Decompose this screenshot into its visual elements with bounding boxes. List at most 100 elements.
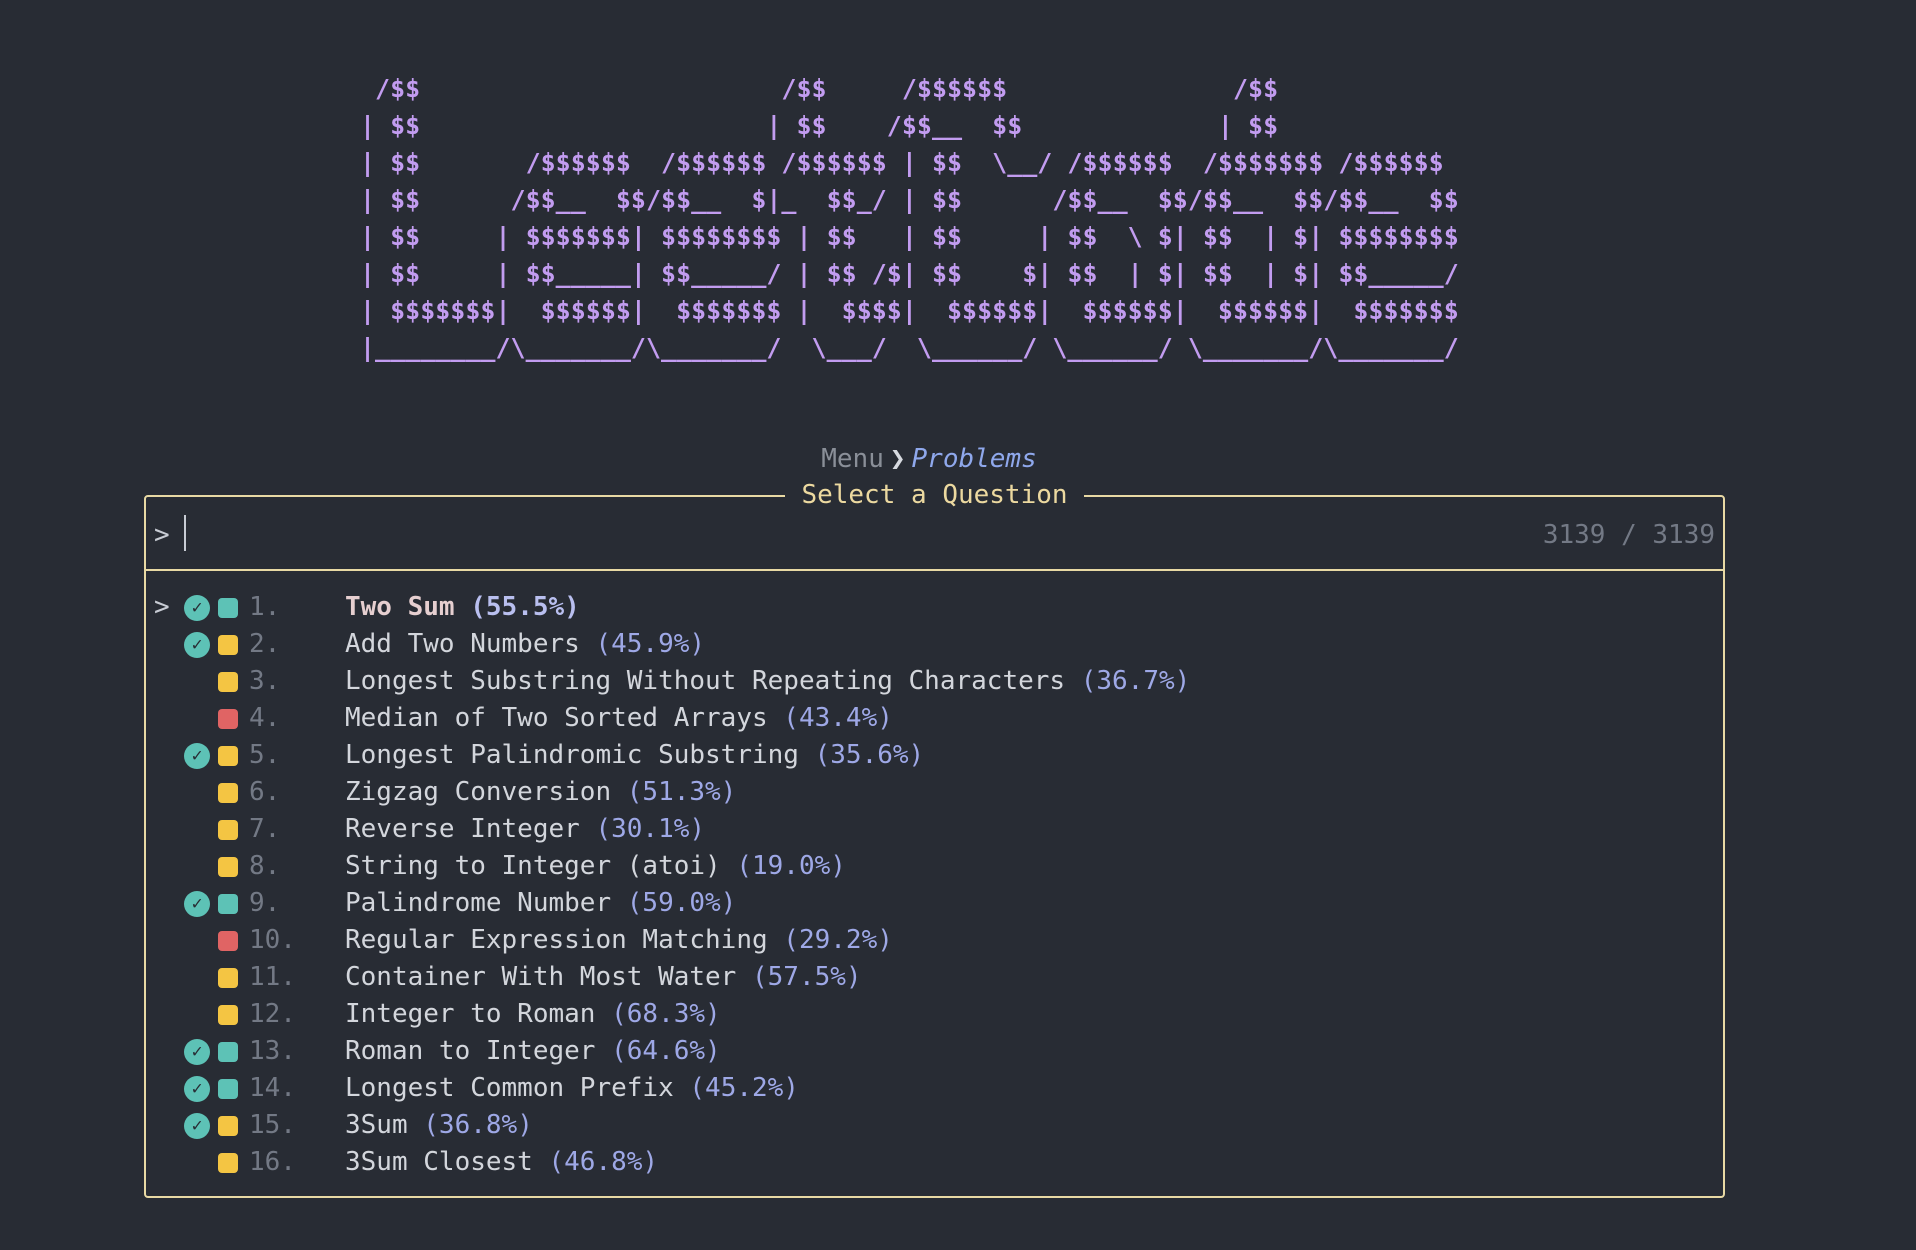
breadcrumb-menu[interactable]: Menu: [821, 444, 884, 474]
difficulty-easy-icon: [218, 1079, 238, 1099]
acceptance-rate: (45.2%): [689, 1073, 799, 1103]
problem-number: 6.: [249, 777, 281, 807]
problem-title-text: String to Integer (atoi): [345, 851, 721, 881]
problem-number: 7.: [249, 814, 281, 844]
difficulty-hard-icon: [218, 931, 238, 951]
problem-title-text: Zigzag Conversion: [345, 777, 612, 807]
problem-list: > ✓ 1. Two Sum (55.5%) ✓ 2. Add Two Numbers (4…: [146, 589, 1723, 1181]
list-item[interactable]: 4. Median of Two Sorted Arrays (43.4%): [146, 700, 1723, 737]
problem-number: 11.: [249, 962, 296, 992]
problem-title-text: Integer to Roman: [345, 999, 596, 1029]
difficulty-medium-icon: [218, 968, 238, 988]
problem-title-text: Palindrome Number: [345, 888, 612, 918]
list-item[interactable]: 8. String to Integer (atoi) (19.0%): [146, 848, 1723, 885]
problem-title: Two Sum (55.5%): [345, 589, 580, 626]
problem-number: 13.: [249, 1036, 296, 1066]
problem-title-text: Longest Substring Without Repeating Char…: [345, 666, 1066, 696]
problem-number: 10.: [249, 925, 296, 955]
acceptance-rate: (51.3%): [626, 777, 737, 807]
acceptance-rate: (19.0%): [736, 851, 846, 881]
problem-number: 4.: [249, 703, 281, 733]
problem-title: Regular Expression Matching (29.2%): [345, 922, 893, 959]
question-picker: Select a Question > 3139 / 3139 > ✓ 1. Two …: [144, 480, 1725, 1198]
problem-title-text: Two Sum: [345, 592, 455, 622]
solved-check-icon: ✓: [184, 1039, 210, 1065]
acceptance-rate: (30.1%): [595, 814, 706, 844]
selection-cursor-icon: >: [154, 592, 170, 622]
problem-title: Add Two Numbers (45.9%): [345, 626, 705, 663]
problem-title: Container With Most Water (57.5%): [345, 959, 862, 996]
problem-number: 9.: [249, 888, 281, 918]
problem-title: Roman to Integer (64.6%): [345, 1033, 721, 1070]
problem-number: 14.: [249, 1073, 296, 1103]
problem-title-text: Add Two Numbers: [345, 629, 580, 659]
difficulty-easy-icon: [218, 598, 238, 618]
difficulty-hard-icon: [218, 709, 238, 729]
search-input[interactable]: [184, 515, 1492, 551]
difficulty-medium-icon: [218, 635, 238, 655]
solved-check-icon: ✓: [184, 1113, 210, 1139]
difficulty-easy-icon: [218, 894, 238, 914]
difficulty-medium-icon: [218, 1116, 238, 1136]
problem-number: 3.: [249, 666, 281, 696]
acceptance-rate: (59.0%): [626, 888, 737, 918]
problem-title: Longest Substring Without Repeating Char…: [345, 663, 1190, 700]
list-item[interactable]: ✓ 5. Longest Palindromic Substring (35.6%): [146, 737, 1723, 774]
list-item[interactable]: ✓ 15. 3Sum (36.8%): [146, 1107, 1723, 1144]
list-item[interactable]: > ✓ 1. Two Sum (55.5%): [146, 589, 1723, 626]
difficulty-medium-icon: [218, 746, 238, 766]
acceptance-rate: (64.6%): [611, 1036, 721, 1066]
difficulty-medium-icon: [218, 672, 238, 692]
list-item[interactable]: 7. Reverse Integer (30.1%): [146, 811, 1723, 848]
picker-title: Select a Question: [146, 477, 1723, 513]
list-item[interactable]: 10. Regular Expression Matching (29.2%): [146, 922, 1723, 959]
acceptance-rate: (55.5%): [470, 592, 580, 622]
problem-number: 1.: [249, 592, 281, 622]
solved-check-icon: ✓: [184, 1076, 210, 1102]
problem-title: String to Integer (atoi) (19.0%): [345, 848, 846, 885]
list-item[interactable]: 3. Longest Substring Without Repeating Ch…: [146, 663, 1723, 700]
problem-title: Median of Two Sorted Arrays (43.4%): [345, 700, 893, 737]
solved-check-icon: ✓: [184, 743, 210, 769]
problem-title-text: Longest Palindromic Substring: [345, 740, 799, 770]
list-item[interactable]: 12. Integer to Roman (68.3%): [146, 996, 1723, 1033]
list-item[interactable]: 16. 3Sum Closest (46.8%): [146, 1144, 1723, 1181]
breadcrumb: Menu ❯ Problems: [0, 441, 1858, 477]
search-row: > 3139 / 3139: [146, 515, 1723, 555]
chevron-right-icon: ❯: [889, 444, 906, 474]
problem-number: 12.: [249, 999, 296, 1029]
acceptance-rate: (68.3%): [611, 999, 721, 1029]
problem-title: 3Sum Closest (46.8%): [345, 1144, 658, 1181]
problem-title: Integer to Roman (68.3%): [345, 996, 721, 1033]
ascii-logo: /$$ /$$ /$$$$$$ /$$ | $$ | $$ /$$__ $$ |…: [360, 74, 1459, 362]
acceptance-rate: (36.8%): [423, 1110, 533, 1140]
list-item[interactable]: ✓ 13. Roman to Integer (64.6%): [146, 1033, 1723, 1070]
acceptance-rate: (57.5%): [752, 962, 862, 992]
difficulty-medium-icon: [218, 1005, 238, 1025]
difficulty-medium-icon: [218, 820, 238, 840]
problem-title: Reverse Integer (30.1%): [345, 811, 705, 848]
problem-title: Longest Common Prefix (45.2%): [345, 1070, 799, 1107]
list-item[interactable]: 11. Container With Most Water (57.5%): [146, 959, 1723, 996]
list-item[interactable]: ✓ 2. Add Two Numbers (45.9%): [146, 626, 1723, 663]
acceptance-rate: (35.6%): [814, 740, 925, 770]
problem-number: 2.: [249, 629, 281, 659]
list-item[interactable]: ✓ 9. Palindrome Number (59.0%): [146, 885, 1723, 922]
difficulty-medium-icon: [218, 783, 238, 803]
acceptance-rate: (36.7%): [1080, 666, 1191, 696]
problem-title-text: 3Sum Closest: [345, 1147, 533, 1177]
list-item[interactable]: ✓ 14. Longest Common Prefix (45.2%): [146, 1070, 1723, 1107]
result-counter: 3139 / 3139: [1542, 520, 1715, 550]
acceptance-rate: (45.9%): [595, 629, 706, 659]
problem-title-text: Regular Expression Matching: [345, 925, 768, 955]
difficulty-medium-icon: [218, 1153, 238, 1173]
solved-check-icon: ✓: [184, 632, 210, 658]
problem-title-text: Median of Two Sorted Arrays: [345, 703, 768, 733]
divider: [146, 569, 1723, 571]
breadcrumb-current: Problems: [911, 444, 1037, 474]
prompt-icon: >: [154, 520, 170, 550]
problem-title-text: Container With Most Water: [345, 962, 737, 992]
problem-title: 3Sum (36.8%): [345, 1107, 533, 1144]
problem-number: 8.: [249, 851, 281, 881]
list-item[interactable]: 6. Zigzag Conversion (51.3%): [146, 774, 1723, 811]
